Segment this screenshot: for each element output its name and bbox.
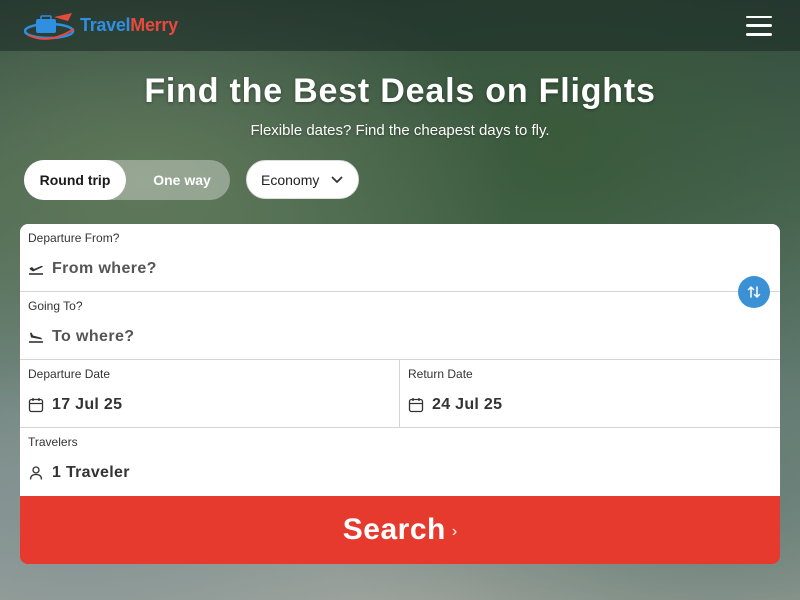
from-field[interactable]: Departure From? From where? (20, 224, 780, 292)
cabin-class-select[interactable]: Economy (246, 160, 359, 199)
flight-search-form: Departure From? From where? Going To? To… (20, 224, 780, 564)
top-navbar: TravelMerry (0, 0, 800, 51)
logo-icon (24, 12, 75, 40)
departure-date-field[interactable]: Departure Date 17 Jul 25 (20, 360, 400, 428)
swap-icon[interactable] (738, 276, 770, 308)
one-way-option[interactable]: One way (126, 160, 230, 200)
departure-date-value: 17 Jul 25 (52, 396, 123, 413)
return-date-field[interactable]: Return Date 24 Jul 25 (400, 360, 780, 428)
calendar-icon (408, 398, 424, 413)
travelers-field[interactable]: Travelers 1 Traveler (20, 428, 780, 496)
from-label: Departure From? (28, 231, 120, 245)
return-date-value: 24 Jul 25 (432, 396, 503, 413)
logo-text: TravelMerry (80, 15, 178, 36)
plane-landing-icon (29, 332, 43, 343)
search-button-label: Search (342, 513, 446, 546)
logo-text-merry: Merry (130, 15, 178, 35)
plane-takeoff-icon (29, 265, 43, 275)
departure-date-label: Departure Date (28, 367, 111, 381)
page-subtitle: Flexible dates? Find the cheapest days t… (250, 122, 550, 139)
user-icon (29, 466, 43, 480)
cabin-class-value: Economy (261, 171, 320, 188)
trip-type-toggle: Round trip One way (24, 160, 230, 200)
return-date-label: Return Date (408, 367, 473, 381)
to-input[interactable]: To where? (52, 328, 134, 346)
search-button[interactable]: Search › (20, 496, 780, 564)
chevron-right-icon: › (451, 523, 458, 540)
logo[interactable]: TravelMerry (24, 11, 178, 41)
logo-text-travel: Travel (80, 15, 131, 35)
hamburger-menu-icon[interactable] (746, 15, 772, 36)
chevron-down-icon (331, 176, 343, 183)
to-field[interactable]: Going To? To where? (20, 292, 780, 360)
to-label: Going To? (28, 299, 83, 313)
calendar-icon (28, 398, 44, 413)
from-input[interactable]: From where? (52, 260, 157, 278)
page-title: Find the Best Deals on Flights (144, 72, 656, 110)
travelers-label: Travelers (28, 435, 78, 449)
travelers-value: 1 Traveler (52, 464, 130, 481)
round-trip-option[interactable]: Round trip (24, 160, 126, 200)
